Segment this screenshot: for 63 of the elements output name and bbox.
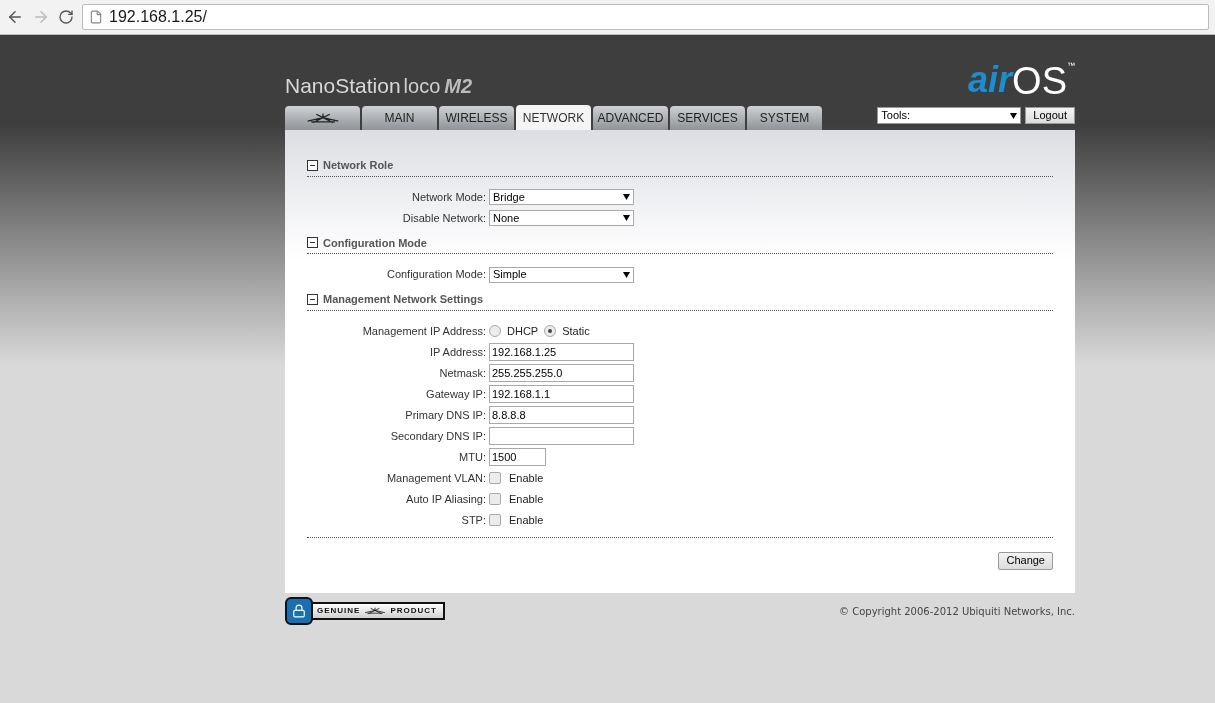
- dropdown[interactable]: Bridge: [489, 189, 634, 205]
- input-field[interactable]: 1500: [489, 448, 546, 466]
- logo-tab[interactable]: [285, 106, 360, 130]
- nav-tab[interactable]: ADVANCED: [593, 106, 668, 130]
- field-label: Management IP Address:: [362, 324, 486, 337]
- back-icon[interactable]: [6, 8, 24, 26]
- nav-tab[interactable]: SYSTEM: [747, 106, 822, 130]
- checkbox-label: Enable: [509, 512, 544, 528]
- field-label: Primary DNS IP:: [405, 408, 486, 421]
- brand-logo: airOS™: [968, 62, 1075, 100]
- dish-icon: [364, 607, 387, 615]
- field-label: Disable Network:: [402, 211, 486, 224]
- product-logo: NanoStation loco M2: [285, 75, 473, 96]
- field-label: Secondary DNS IP:: [390, 429, 486, 442]
- field-label: Gateway IP:: [426, 387, 486, 400]
- radio-label: DHCP: [507, 323, 539, 339]
- section-title: Network Role: [323, 158, 394, 173]
- collapse-icon[interactable]: [307, 159, 318, 171]
- tools-dropdown[interactable]: Tools:: [877, 107, 1022, 124]
- input-field[interactable]: 255.255.255.0: [489, 364, 634, 382]
- caret-icon: [1010, 112, 1018, 119]
- nav-tab[interactable]: NETWORK: [516, 105, 591, 130]
- checkbox[interactable]: [489, 493, 501, 505]
- reload-icon[interactable]: [58, 9, 74, 25]
- dropdown[interactable]: None: [489, 210, 634, 226]
- url-text: 192.168.1.25/: [109, 7, 207, 27]
- checkbox[interactable]: [489, 472, 501, 484]
- radio-label: Static: [562, 323, 590, 339]
- caret-icon: [623, 271, 630, 278]
- dropdown[interactable]: Simple: [489, 266, 634, 283]
- collapse-icon[interactable]: [307, 293, 318, 305]
- lock-icon: [292, 604, 306, 618]
- dish-icon: [305, 112, 340, 124]
- copyright-text: © Copyright 2006-2012 Ubiquiti Networks, Inc.: [839, 604, 1075, 619]
- input-field[interactable]: 8.8.8.8: [489, 406, 634, 424]
- checkbox[interactable]: [489, 514, 501, 526]
- nav-tab[interactable]: SERVICES: [670, 106, 745, 130]
- field-label: Configuration Mode:: [386, 268, 486, 281]
- field-label: Network Mode:: [412, 190, 486, 203]
- radio-button[interactable]: [489, 325, 501, 337]
- field-label: Management VLAN:: [386, 471, 486, 484]
- field-label: MTU:: [459, 450, 486, 463]
- nav-tab[interactable]: MAIN: [362, 106, 437, 130]
- radio-button[interactable]: [544, 325, 557, 337]
- nav-tab[interactable]: WIRELESS: [439, 106, 514, 130]
- field-label: Auto IP Aliasing:: [406, 492, 486, 505]
- change-button[interactable]: Change: [998, 551, 1053, 570]
- section-title: Management Network Settings: [323, 292, 484, 307]
- section-title: Configuration Mode: [323, 235, 427, 251]
- logout-button[interactable]: Logout: [1025, 107, 1075, 124]
- caret-icon: [623, 194, 630, 200]
- collapse-icon[interactable]: [307, 237, 318, 249]
- page-icon: [89, 10, 103, 24]
- checkbox-label: Enable: [509, 491, 544, 507]
- field-label: STP:: [461, 513, 486, 526]
- caret-icon: [623, 215, 630, 221]
- field-label: IP Address:: [429, 345, 486, 358]
- input-field[interactable]: [489, 427, 634, 445]
- field-label: Netmask:: [439, 366, 486, 379]
- address-bar[interactable]: 192.168.1.25/: [82, 4, 1209, 30]
- input-field[interactable]: 192.168.1.1: [489, 385, 634, 403]
- input-field[interactable]: 192.168.1.25: [489, 343, 634, 361]
- checkbox-label: Enable: [509, 470, 544, 486]
